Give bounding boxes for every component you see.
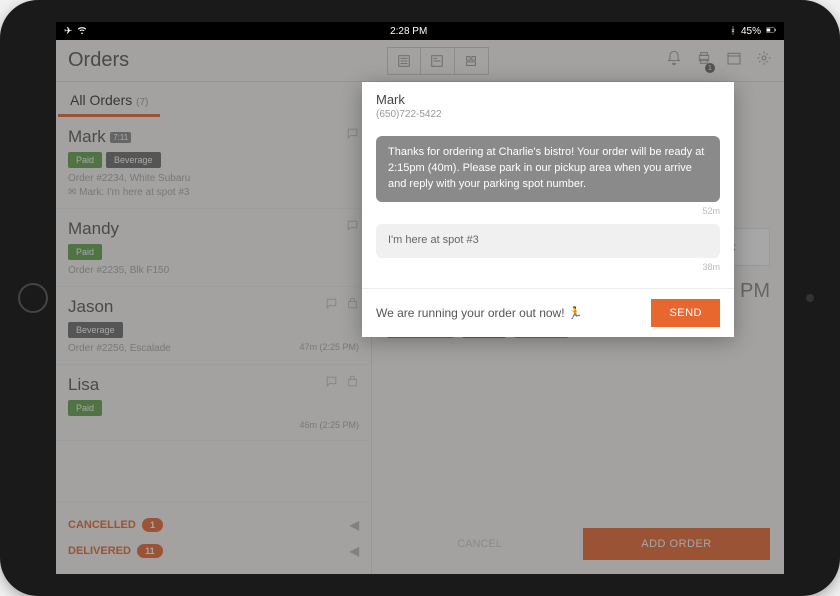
chat-input[interactable] xyxy=(376,306,641,320)
message-time: 38m xyxy=(376,262,720,272)
send-button[interactable]: SEND xyxy=(651,299,720,327)
wifi-icon xyxy=(77,25,87,38)
battery-icon xyxy=(766,25,776,38)
message-outgoing: Thanks for ordering at Charlie's bistro!… xyxy=(376,136,720,202)
message-incoming: I'm here at spot #3 xyxy=(376,224,720,258)
home-button[interactable] xyxy=(18,283,48,313)
clock: 2:28 PM xyxy=(390,26,427,37)
status-bar: ✈ 2:28 PM ᚼ 45% xyxy=(56,22,784,40)
bluetooth-icon: ᚼ xyxy=(730,26,736,37)
chat-name: Mark xyxy=(376,92,720,107)
airplane-icon: ✈ xyxy=(64,26,72,37)
message-time: 52m xyxy=(376,206,720,216)
chat-popover: Mark (650)722-5422 Thanks for ordering a… xyxy=(362,82,734,337)
chat-phone: (650)722-5422 xyxy=(376,109,720,120)
camera-dot xyxy=(806,294,814,302)
battery-text: 45% xyxy=(741,26,761,37)
